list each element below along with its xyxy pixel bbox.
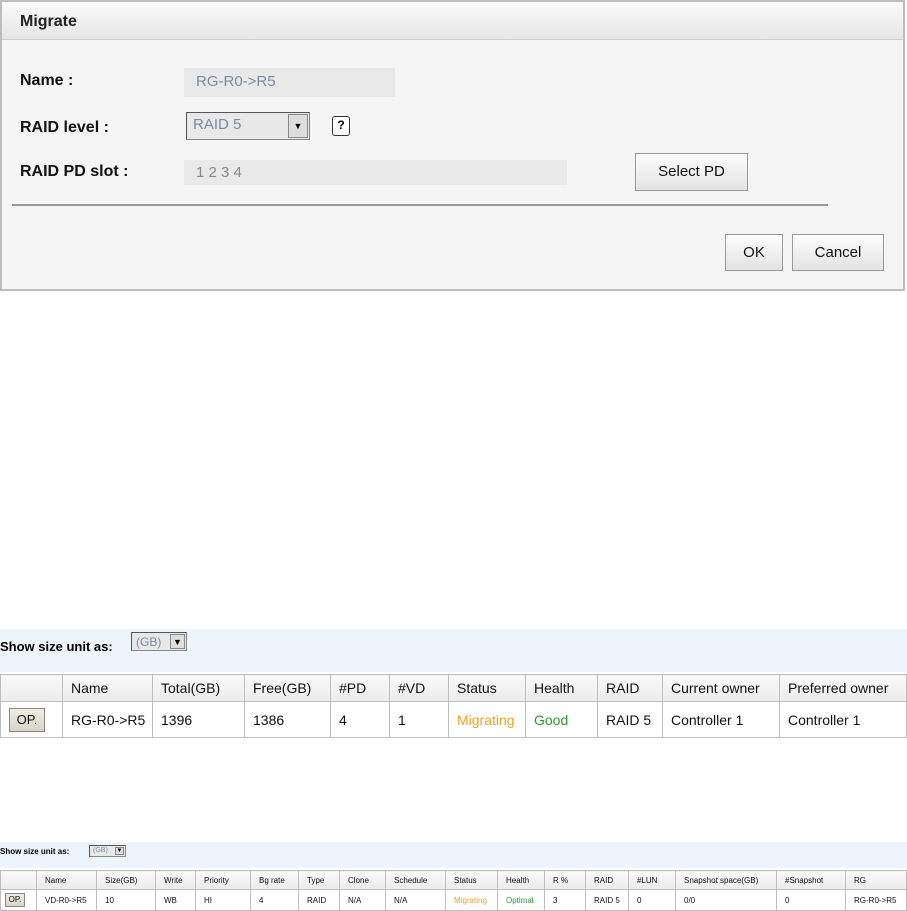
vd-table: Name Size(GB) Write Priority Bg rate Type Clon… bbox=[0, 870, 907, 911]
vd-unit-value: (GB) bbox=[93, 847, 108, 854]
name-field[interactable]: RG-R0->R5 bbox=[184, 68, 395, 97]
dialog-title: Migrate bbox=[2, 2, 903, 40]
column-header: Size(GB) bbox=[96, 870, 156, 890]
column-header: Clone bbox=[339, 870, 386, 890]
table-cell: HI bbox=[195, 889, 251, 911]
rg-unit-select[interactable]: (GB) ▼ bbox=[131, 632, 187, 651]
table-cell: N/A bbox=[339, 889, 386, 911]
vd-unit-select[interactable]: (GB) ▼ bbox=[89, 845, 126, 857]
table-row: OP. VD-R0->R5 10 WB HI 4 RAID N/A N/A Migrating O… bbox=[0, 889, 907, 911]
vd-unit-bar: Show size unit as: (GB) ▼ bbox=[0, 842, 907, 868]
divider bbox=[12, 204, 828, 206]
op-button[interactable]: OP. bbox=[5, 893, 25, 907]
raid-pd-slot-label: RAID PD slot : bbox=[20, 163, 129, 180]
cancel-button[interactable]: Cancel bbox=[792, 234, 884, 271]
health-cell: Good bbox=[525, 701, 598, 738]
table-cell: 1386 bbox=[244, 701, 331, 738]
column-header: #LUN bbox=[628, 870, 676, 890]
table-cell: RG-R0->R5 bbox=[845, 889, 907, 911]
table-cell: 3 bbox=[544, 889, 586, 911]
op-button[interactable]: OP. bbox=[9, 707, 45, 732]
table-cell: RAID bbox=[298, 889, 340, 911]
column-header: Schedule bbox=[385, 870, 446, 890]
status-cell: Migrating bbox=[448, 701, 526, 738]
table-cell: N/A bbox=[385, 889, 446, 911]
raid-level-label: RAID level : bbox=[20, 119, 109, 136]
column-header bbox=[0, 870, 37, 890]
column-header: Write bbox=[155, 870, 196, 890]
op-cell: OP. bbox=[0, 701, 63, 738]
table-cell: WB bbox=[155, 889, 196, 911]
column-header: Priority bbox=[195, 870, 251, 890]
status-cell: Migrating bbox=[445, 889, 498, 911]
chevron-down-icon: ▼ bbox=[288, 114, 308, 138]
column-header: RAID bbox=[597, 674, 663, 702]
chevron-down-icon: ▼ bbox=[170, 634, 185, 649]
column-header: R % bbox=[544, 870, 586, 890]
migrate-dialog: Migrate Name : RG-R0->R5 RAID level : RA… bbox=[0, 0, 905, 291]
table-cell: 10 bbox=[96, 889, 156, 911]
table-cell: 0 bbox=[628, 889, 676, 911]
ok-button[interactable]: OK bbox=[725, 234, 783, 271]
chevron-down-icon: ▼ bbox=[115, 847, 124, 855]
table-cell: Controller 1 bbox=[779, 701, 907, 738]
health-cell: Optimal bbox=[497, 889, 545, 911]
help-icon[interactable]: ? bbox=[332, 116, 350, 136]
column-header: Type bbox=[298, 870, 340, 890]
column-header: Bg rate bbox=[250, 870, 299, 890]
op-cell: OP. bbox=[0, 889, 37, 911]
table-cell: 4 bbox=[250, 889, 299, 911]
vd-unit-label: Show size unit as: bbox=[0, 847, 70, 856]
table-cell: Controller 1 bbox=[662, 701, 780, 738]
name-label: Name : bbox=[20, 72, 74, 89]
table-cell: 4 bbox=[330, 701, 390, 738]
raid-level-select[interactable]: RAID 5 ▼ bbox=[186, 112, 310, 140]
column-header: Free(GB) bbox=[244, 674, 331, 702]
column-header: Total(GB) bbox=[152, 674, 245, 702]
column-header: #PD bbox=[330, 674, 390, 702]
column-header: Status bbox=[445, 870, 498, 890]
select-pd-button[interactable]: Select PD bbox=[635, 153, 748, 191]
column-header: Status bbox=[448, 674, 526, 702]
column-header: #VD bbox=[389, 674, 449, 702]
table-row: OP. RG-R0->R5 1396 1386 4 1 Migrating Good RAID… bbox=[0, 701, 907, 738]
raid-level-value: RAID 5 bbox=[193, 116, 242, 133]
column-header: Health bbox=[497, 870, 545, 890]
column-header: RAID bbox=[585, 870, 629, 890]
column-header: Name bbox=[62, 674, 153, 702]
column-header: Name bbox=[36, 870, 97, 890]
column-header: Current owner bbox=[662, 674, 780, 702]
column-header: Preferred owner bbox=[779, 674, 907, 702]
table-cell: VD-R0->R5 bbox=[36, 889, 97, 911]
table-cell: 0/0 bbox=[675, 889, 777, 911]
rg-unit-label: Show size unit as: bbox=[0, 639, 113, 654]
table-cell: 1396 bbox=[152, 701, 245, 738]
raid-pd-slot-field[interactable]: 1 2 3 4 bbox=[184, 160, 567, 185]
table-cell: 0 bbox=[776, 889, 846, 911]
column-header: Health bbox=[525, 674, 598, 702]
column-header: RG bbox=[845, 870, 907, 890]
rg-table: Name Total(GB) Free(GB) #PD #VD Status Health R… bbox=[0, 674, 907, 738]
table-cell: RG-R0->R5 bbox=[62, 701, 153, 738]
column-header: #Snapshot bbox=[776, 870, 846, 890]
table-cell: RAID 5 bbox=[585, 889, 629, 911]
table-cell: RAID 5 bbox=[597, 701, 663, 738]
rg-unit-value: (GB) bbox=[136, 635, 162, 649]
column-header bbox=[0, 674, 63, 702]
column-header: Snapshot space(GB) bbox=[675, 870, 777, 890]
table-cell: 1 bbox=[389, 701, 449, 738]
rg-unit-bar: Show size unit as: (GB) ▼ bbox=[0, 629, 907, 672]
